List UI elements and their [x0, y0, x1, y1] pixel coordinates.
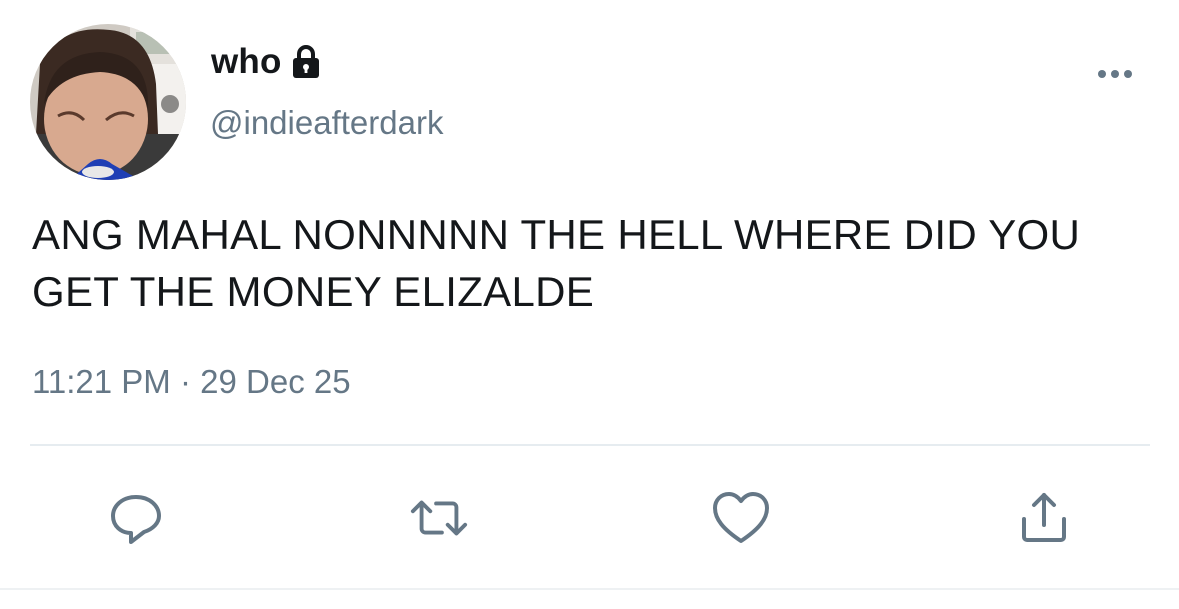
action-bar: [0, 488, 1179, 548]
user-handle[interactable]: @indieafterdark: [210, 104, 443, 142]
divider: [30, 444, 1150, 446]
author-name-row: who: [211, 40, 322, 84]
meta-separator: ·: [170, 363, 201, 400]
tweet-time: 11:21 PM: [32, 363, 171, 400]
retweet-button[interactable]: [409, 488, 469, 548]
tweet-card: who @indieafterdark ANG MAHAL NONNNNN TH…: [0, 0, 1179, 609]
avatar-photo: [30, 24, 186, 180]
lock-icon: [290, 44, 322, 80]
like-button[interactable]: [711, 488, 771, 548]
share-icon: [1022, 493, 1066, 542]
tweet-date: 29 Dec 25: [200, 363, 351, 400]
retweet-icon: [410, 500, 468, 536]
tweet-text: ANG MAHAL NONNNNN THE HELL WHERE DID YOU…: [32, 211, 1081, 315]
avatar[interactable]: [30, 24, 186, 180]
comment-icon: [111, 495, 161, 544]
reply-button[interactable]: [106, 488, 166, 548]
bottom-border: [0, 588, 1179, 590]
tweet-timestamp[interactable]: 11:21 PM · 29 Dec 25: [32, 363, 351, 401]
more-options-icon[interactable]: [1093, 62, 1137, 86]
display-name[interactable]: who: [211, 42, 282, 82]
share-button[interactable]: [1014, 488, 1074, 548]
heart-icon: [713, 492, 769, 543]
